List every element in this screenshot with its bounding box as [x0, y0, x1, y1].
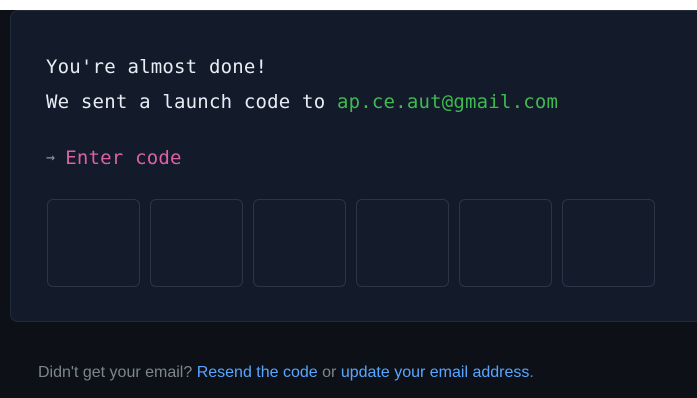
code-digit-input-4[interactable] [356, 199, 449, 287]
almost-done-message: You're almost done! [46, 56, 268, 78]
arrow-right-icon: → [46, 148, 56, 166]
footer-suffix: . [529, 364, 534, 381]
resend-code-link[interactable]: Resend the code [197, 364, 318, 381]
footer-or: or [322, 364, 337, 381]
code-digit-input-2[interactable] [150, 199, 243, 287]
update-email-link[interactable]: update your email address [341, 364, 530, 381]
code-digit-input-6[interactable] [562, 199, 655, 287]
sent-code-message: We sent a launch code to ap.ce.aut@gmail… [46, 91, 558, 113]
code-input-group [47, 199, 655, 287]
email-address: ap.ce.aut@gmail.com [336, 91, 559, 113]
sent-code-prefix: We sent a launch code to [46, 91, 326, 113]
enter-code-prompt: → Enter code [46, 147, 182, 169]
code-digit-input-3[interactable] [253, 199, 346, 287]
enter-code-label: Enter code [65, 147, 182, 169]
code-digit-input-1[interactable] [47, 199, 140, 287]
code-digit-input-5[interactable] [459, 199, 552, 287]
footer-prefix: Didn't get your email? [38, 364, 193, 381]
page-top-strip [0, 0, 697, 10]
resend-footer: Didn't get your email? Resend the code o… [38, 364, 534, 382]
